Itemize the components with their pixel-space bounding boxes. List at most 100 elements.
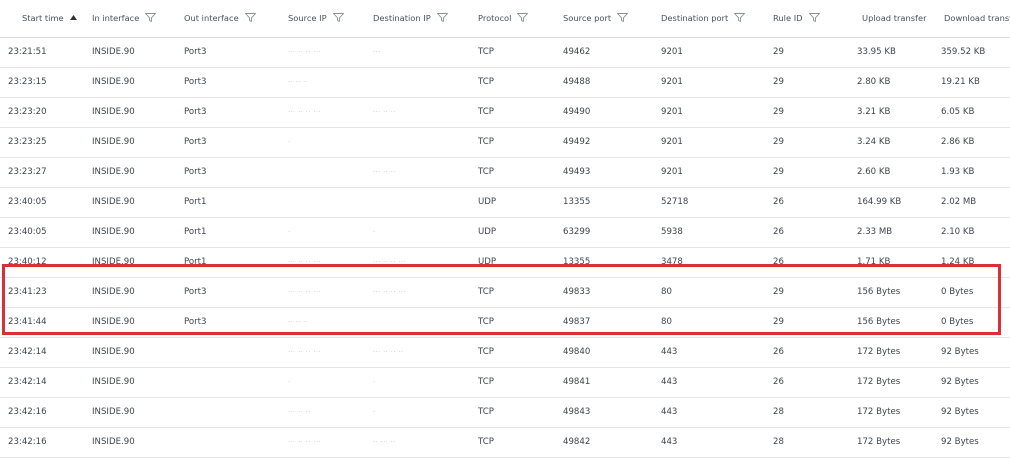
filter-icon[interactable] <box>436 13 448 22</box>
cell-upload-transfer: 156 Bytes <box>857 287 901 297</box>
cell-protocol: TCP <box>478 137 494 147</box>
cell-in-interface: INSIDE.90 <box>92 137 135 147</box>
cell-rule-id: 26 <box>773 377 784 387</box>
cell-in-interface: INSIDE.90 <box>92 317 135 327</box>
cell-out-interface: Port3 <box>184 317 207 327</box>
cell-source-ip: ··· ·· ·· ··· <box>288 258 321 266</box>
table-row[interactable]: 23:40:12 INSIDE.90 Port1 ··· ·· ·· ··· ··· ·… <box>0 247 1010 278</box>
cell-start-time: 23:23:20 <box>8 107 47 117</box>
cell-source-ip: · <box>288 138 291 146</box>
cell-download-transfer: 2.10 KB <box>941 227 975 237</box>
cell-destination-port: 9201 <box>661 107 683 117</box>
cell-destination-ip: ··· ·· ·· ··· <box>373 288 406 296</box>
column-header-rule-id[interactable]: Rule ID <box>773 0 820 37</box>
cell-source-port: 49840 <box>563 347 591 357</box>
sort-ascending-icon[interactable] <box>69 15 77 20</box>
cell-in-interface: INSIDE.90 <box>92 257 135 267</box>
filter-icon[interactable] <box>734 13 746 22</box>
cell-out-interface: Port1 <box>184 227 207 237</box>
filter-icon[interactable] <box>145 13 157 22</box>
cell-rule-id: 29 <box>773 317 784 327</box>
cell-source-ip: ·· ·· ·· <box>288 78 309 86</box>
cell-destination-ip: ·· ··· ·· <box>373 438 396 446</box>
table-row[interactable]: 23:23:27 INSIDE.90 Port3 ··· ·· ·· TCP 49493 9… <box>0 157 1010 188</box>
cell-out-interface: Port3 <box>184 77 207 87</box>
table-row[interactable]: 23:41:23 INSIDE.90 Port3 ··· ·· ·· ··· ··· ·… <box>0 277 1010 308</box>
table-row[interactable]: 23:42:16 INSIDE.90 ··· ·· ·· · TCP 49843 443 2… <box>0 397 1010 428</box>
cell-in-interface: INSIDE.90 <box>92 107 135 117</box>
table-row[interactable]: 23:40:05 INSIDE.90 Port1 UDP 13355 52718 26 164… <box>0 187 1010 218</box>
cell-out-interface: Port3 <box>184 137 207 147</box>
cell-out-interface: Port1 <box>184 197 207 207</box>
cell-download-transfer: 6.05 KB <box>941 107 975 117</box>
cell-upload-transfer: 2.33 MB <box>857 227 893 237</box>
table-row[interactable]: 23:40:05 INSIDE.90 Port1 · · UDP 63299 5938 26 2… <box>0 217 1010 248</box>
cell-destination-ip: · <box>373 378 376 386</box>
column-header-start-time[interactable]: Start time <box>22 0 77 37</box>
column-header-label: Out interface <box>184 13 239 23</box>
column-header-destination-ip[interactable]: Destination IP <box>373 0 448 37</box>
column-header-out-interface[interactable]: Out interface <box>184 0 256 37</box>
filter-icon[interactable] <box>244 13 256 22</box>
cell-rule-id: 26 <box>773 257 784 267</box>
cell-in-interface: INSIDE.90 <box>92 377 135 387</box>
column-header-upload-transfer[interactable]: Upload transfer <box>862 0 926 37</box>
cell-destination-port: 5938 <box>661 227 683 237</box>
table-row[interactable]: 23:23:15 INSIDE.90 Port3 ·· ·· ·· TCP 49488 92… <box>0 67 1010 98</box>
cell-start-time: 23:21:51 <box>8 47 47 57</box>
cell-start-time: 23:40:05 <box>8 227 47 237</box>
column-header-in-interface[interactable]: In interface <box>92 0 157 37</box>
column-header-source-port[interactable]: Source port <box>563 0 629 37</box>
cell-destination-port: 443 <box>661 377 678 387</box>
cell-source-port: 49493 <box>563 167 591 177</box>
cell-destination-port: 443 <box>661 437 678 447</box>
column-header-source-ip[interactable]: Source IP <box>288 0 344 37</box>
column-header-label: In interface <box>92 13 140 23</box>
cell-download-transfer: 92 Bytes <box>941 437 979 447</box>
cell-start-time: 23:41:23 <box>8 287 47 297</box>
table-row[interactable]: 23:23:20 INSIDE.90 Port3 ··· ·· ·· ··· ··· ·… <box>0 97 1010 128</box>
table-row[interactable]: 23:23:25 INSIDE.90 Port3 · TCP 49492 9201 29 3.2… <box>0 127 1010 158</box>
table-row[interactable]: 23:42:14 INSIDE.90 · · TCP 49841 443 26 172 Byt… <box>0 367 1010 398</box>
column-header-label: Rule ID <box>773 13 803 23</box>
column-header-download-transfer[interactable]: Download transfe <box>944 0 1010 37</box>
filter-icon[interactable] <box>808 13 820 22</box>
table-row[interactable]: 23:42:16 INSIDE.90 ··· ·· ·· ··· ·· ··· ·· T… <box>0 427 1010 458</box>
cell-source-ip: · <box>288 378 291 386</box>
cell-source-port: 49842 <box>563 437 591 447</box>
cell-source-ip: ··· ·· ·· ··· <box>288 438 321 446</box>
cell-in-interface: INSIDE.90 <box>92 457 135 465</box>
cell-source-ip: · <box>288 228 291 236</box>
cell-upload-transfer: 2.80 KB <box>857 77 891 87</box>
column-header-destination-port[interactable]: Destination port <box>661 0 746 37</box>
cell-source-ip: ··· ·· ·· ··· <box>288 108 321 116</box>
cell-start-time: 23:41:44 <box>8 317 47 327</box>
cell-protocol: TCP <box>478 407 494 417</box>
table-row[interactable]: 23:21:51 INSIDE.90 Port3 ··· ·· ·· ··· ··· TC… <box>0 37 1010 68</box>
cell-source-port: 49490 <box>563 107 591 117</box>
cell-download-transfer: 359.52 KB <box>941 47 986 57</box>
cell-download-transfer: 2.02 MB <box>941 197 977 207</box>
cell-upload-transfer: 172 Bytes <box>857 407 901 417</box>
cell-rule-id: 28 <box>773 437 784 447</box>
table-row[interactable]: 23:41:44 INSIDE.90 Port3 ·· ·· ·· TCP 49837 80… <box>0 307 1010 338</box>
column-header-label: Destination port <box>661 13 729 23</box>
cell-start-time: 23:42:14 <box>8 347 47 357</box>
filter-icon[interactable] <box>517 13 529 22</box>
filter-icon[interactable] <box>617 13 629 22</box>
table-row[interactable]: 23:42:14 INSIDE.90 ··· ·· ·· ··· ··· ·· ·· … <box>0 337 1010 368</box>
cell-upload-transfer: 33.95 KB <box>857 47 896 57</box>
filter-icon[interactable] <box>332 13 344 22</box>
cell-start-time: 23:40:12 <box>8 257 47 267</box>
column-header-protocol[interactable]: Protocol <box>478 0 529 37</box>
column-header-label: Source port <box>563 13 612 23</box>
cell-destination-ip: ··· ·· ·· ··· <box>373 457 406 465</box>
cell-protocol: TCP <box>478 287 494 297</box>
column-header-label: Start time <box>22 13 64 23</box>
table-row[interactable]: 23:49:12 INSIDE.90 ··· ·· ·· ··· ··· ·· ·· … <box>0 457 1010 465</box>
cell-out-interface: Port3 <box>184 287 207 297</box>
cell-rule-id: 28 <box>773 407 784 417</box>
cell-rule-id: 29 <box>773 77 784 87</box>
cell-rule-id: 26 <box>773 227 784 237</box>
cell-destination-port: 52718 <box>661 197 689 207</box>
